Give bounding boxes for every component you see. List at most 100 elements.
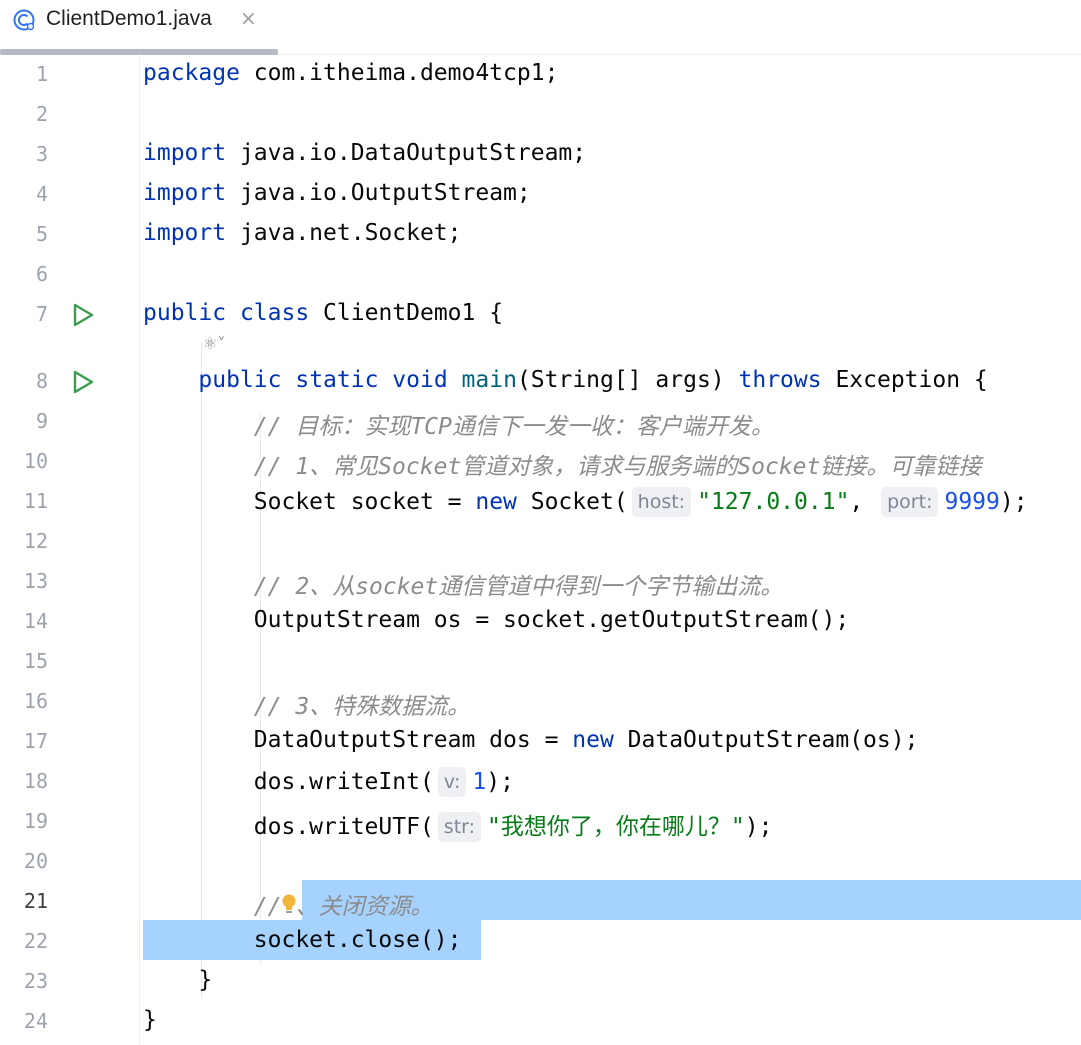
code-line[interactable]: 22 socket.close(); [0,921,1081,961]
code-text: DataOutputStream dos = new DataOutputStr… [143,727,919,753]
code-line[interactable]: 7 public class ClientDemo1 { [0,294,1081,334]
code-token: 1 [472,769,487,795]
lightbulb-icon[interactable] [281,893,296,915]
code-token: // [253,894,282,920]
line-number: 15 [23,649,48,673]
code-text: dos.writeUTF(str: "我想你了，你在哪儿？"); [143,807,772,842]
code-token: , [849,489,878,515]
line-number: 18 [23,769,48,793]
code-token: // 1、常见Socket管道对象，请求与服务端的Socket链接。可靠链接 [253,454,982,480]
code-token: throws [738,367,822,393]
code-line[interactable]: 23 } [0,961,1081,1001]
code-line[interactable]: 3 import java.io.DataOutputStream; [0,134,1081,174]
code-line[interactable]: 11 Socket socket = new Socket(host: "127.… [0,481,1081,521]
code-token: import [143,140,227,166]
code-editor[interactable]: ⚛˅ 1 package com.itheima.demo4tcp1; 2 3 impor… [0,54,1081,1045]
run-icon[interactable] [70,369,96,395]
code-token: void [392,367,448,393]
code-token: dos.writeInt( [143,769,434,795]
line-number: 23 [23,969,48,993]
code-line[interactable]: 8 public static void main(String[] args)… [0,361,1081,401]
line-number: 6 [35,262,48,286]
code-line[interactable]: 1 package com.itheima.demo4tcp1; [0,54,1081,94]
code-token: package [143,60,240,86]
code-token: class [239,300,310,326]
code-text: OutputStream os = socket.getOutputStream… [143,607,849,633]
parameter-hint: port: [881,487,939,517]
code-line[interactable]: 20 [0,841,1081,881]
code-token: Socket socket = [143,489,476,515]
code-line[interactable]: 18 dos.writeInt(v: 1); [0,761,1081,801]
code-line[interactable]: 4 import java.io.OutputStream; [0,174,1081,214]
line-number: 22 [23,929,48,953]
code-line[interactable]: 12 [0,521,1081,561]
code-line[interactable]: 6 [0,254,1081,294]
code-token: java.io.OutputStream; [226,180,531,206]
code-token: import [143,220,227,246]
code-line[interactable]: 24} [0,1001,1081,1041]
code-text: } [143,967,212,993]
code-text: // 2、从socket通信管道中得到一个字节输出流。 [143,567,783,601]
code-token: import [143,180,227,206]
code-line[interactable]: 15 [0,641,1081,681]
code-token: // 3、特殊数据流。 [253,694,471,720]
code-text: public static void main(String[] args) t… [143,367,987,393]
code-vision-icon[interactable]: ⚛˅ [203,334,225,353]
code-line[interactable]: 9 // 目标：实现TCP通信下一发一收：客户端开发。 [0,401,1081,441]
code-token: Socket( [516,489,628,515]
code-text: import java.net.Socket; [143,220,462,246]
code-text: // 1、常见Socket管道对象，请求与服务端的Socket链接。可靠链接 [143,447,982,481]
line-number: 10 [23,449,48,473]
code-text: public class ClientDemo1 { [143,300,503,326]
code-token: "我想你了，你在哪儿？" [487,814,745,840]
code-line[interactable]: 19 dos.writeUTF(str: "我想你了，你在哪儿？"); [0,801,1081,842]
code-token: // 2、从socket通信管道中得到一个字节输出流。 [253,574,784,600]
code-text: // 、关闭资源。 [143,887,434,921]
code-line[interactable]: 2 [0,94,1081,134]
code-token: new [572,727,614,753]
code-line[interactable]: 10 // 1、常见Socket管道对象，请求与服务端的Socket链接。可靠链… [0,441,1081,481]
code-token: } [143,1007,157,1033]
parameter-hint: str: [437,812,482,842]
line-number: 21 [23,889,48,913]
code-token: (String[] args) [516,367,739,393]
code-text: } [143,1007,157,1033]
code-line[interactable]: 5 import java.net.Socket; [0,214,1081,254]
code-token: DataOutputStream(os); [613,727,919,753]
line-number: 20 [23,849,48,873]
code-token: com.itheima.demo4tcp1; [239,60,559,86]
code-text: package com.itheima.demo4tcp1; [143,60,558,86]
code-text: socket.close(); [143,927,462,953]
code-token: "127.0.0.1" [697,489,850,515]
code-line[interactable]: 21 // 、关闭资源。 [0,881,1081,921]
tab-title: ClientDemo1.java [46,7,212,30]
parameter-hint: host: [631,487,692,517]
line-number: 2 [35,102,48,126]
code-token: ); [486,769,514,795]
code-token: // 目标：实现TCP通信下一发一收：客户端开发。 [253,414,774,440]
line-number: 12 [23,529,48,553]
code-line[interactable]: 16 // 3、特殊数据流。 [0,681,1081,721]
code-text: Socket socket = new Socket(host: "127.0.0… [143,487,1028,517]
line-number: 11 [23,489,48,513]
code-token: socket.close(); [143,927,462,953]
code-token: java.io.DataOutputStream; [226,140,587,166]
code-line[interactable]: 14 OutputStream os = socket.getOutputStr… [0,601,1081,641]
code-text: // 3、特殊数据流。 [143,687,470,721]
code-line[interactable]: 13 // 2、从socket通信管道中得到一个字节输出流。 [0,561,1081,601]
tab-clientdemo1[interactable]: ClientDemo1.java × [0,0,278,55]
close-icon[interactable]: × [240,6,257,30]
line-number: 24 [23,1009,48,1033]
code-token: static [295,367,379,393]
run-icon[interactable] [70,302,96,328]
code-line[interactable]: 17 DataOutputStream dos = new DataOutput… [0,721,1081,761]
